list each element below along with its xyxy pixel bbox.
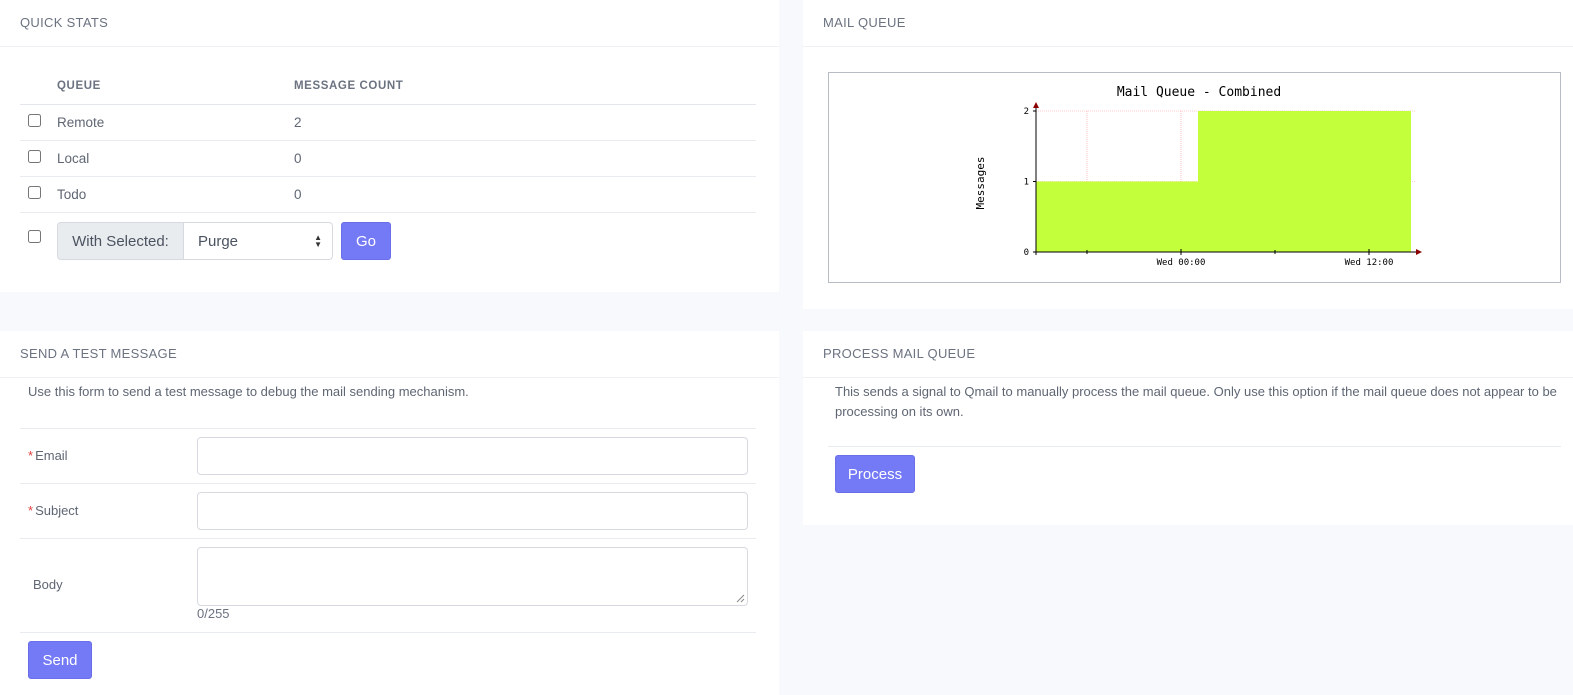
table-row: Todo 0	[20, 177, 756, 213]
mail-queue-title: MAIL QUEUE	[803, 0, 1573, 47]
select-arrows-icon: ▲ ▼	[314, 233, 322, 249]
bulk-action-group: With Selected: Purge ▲ ▼	[57, 222, 333, 260]
message-count: 0	[294, 187, 302, 202]
send-test-title: SEND A TEST MESSAGE	[0, 331, 779, 378]
send-test-panel: SEND A TEST MESSAGE Use this form to sen…	[0, 331, 779, 695]
row-checkbox-remote[interactable]	[28, 114, 41, 127]
body-row: Body	[20, 538, 756, 633]
queue-name: Local	[57, 151, 90, 166]
select-all-checkbox[interactable]	[28, 230, 41, 243]
y-axis-arrow-icon	[1033, 102, 1039, 108]
mail-queue-chart-svg: Mail Queue - Combined Messages 0 1 2 Wed 0…	[974, 85, 1422, 268]
mail-queue-chart: Mail Queue - Combined Messages 0 1 2 Wed 0…	[828, 72, 1561, 283]
message-count: 0	[294, 151, 302, 166]
subject-label: * Subject	[28, 503, 78, 518]
process-queue-title: PROCESS MAIL QUEUE	[803, 331, 1573, 378]
process-divider	[828, 446, 1561, 447]
body-textarea[interactable]	[197, 547, 748, 606]
y-tick-label: 2	[1024, 107, 1029, 117]
x-axis-arrow-icon	[1416, 249, 1422, 255]
table-row: Local 0	[20, 141, 756, 177]
y-tick-label: 0	[1024, 248, 1029, 258]
send-test-description: Use this form to send a test message to …	[28, 384, 469, 399]
mail-queue-panel: MAIL QUEUE Mail Queue - Combined Message…	[803, 0, 1573, 309]
subject-row: * Subject	[20, 483, 756, 538]
message-count: 2	[294, 115, 302, 130]
process-button[interactable]: Process	[835, 455, 915, 493]
quick-stats-panel: QUICK STATS QUEUE MESSAGE COUNT Remote 2…	[0, 0, 779, 292]
process-queue-description: This sends a signal to Qmail to manually…	[835, 384, 1557, 419]
body-char-counter: 0/255	[197, 606, 230, 621]
resize-handle-icon[interactable]	[735, 593, 745, 603]
subject-field[interactable]	[197, 492, 748, 530]
process-queue-panel: PROCESS MAIL QUEUE This sends a signal t…	[803, 331, 1573, 525]
chart-area-series	[1036, 111, 1411, 252]
queue-table: QUEUE MESSAGE COUNT Remote 2 Local 0 Tod…	[20, 70, 756, 268]
col-count-header: MESSAGE COUNT	[294, 80, 404, 92]
row-checkbox-local[interactable]	[28, 150, 41, 163]
form-divider	[20, 632, 756, 633]
x-tick-label: Wed 12:00	[1345, 258, 1394, 268]
queue-name: Remote	[57, 115, 105, 130]
x-tick-label: Wed 00:00	[1157, 258, 1206, 268]
quick-stats-title: QUICK STATS	[0, 0, 779, 47]
email-field[interactable]	[197, 437, 748, 475]
with-selected-label: With Selected:	[57, 222, 183, 260]
queue-table-header: QUEUE MESSAGE COUNT	[20, 70, 756, 105]
go-button[interactable]: Go	[341, 222, 391, 260]
y-tick-label: 1	[1024, 178, 1029, 188]
queue-name: Todo	[57, 187, 87, 202]
body-label: Body	[33, 577, 63, 592]
chart-title: Mail Queue - Combined	[1117, 85, 1281, 100]
required-mark: *	[28, 503, 34, 518]
bulk-action-value: Purge	[198, 232, 239, 250]
required-mark: *	[28, 448, 34, 463]
bulk-action-select[interactable]: Purge ▲ ▼	[183, 222, 333, 260]
email-row: * Email	[20, 428, 756, 483]
row-checkbox-todo[interactable]	[28, 186, 41, 199]
bulk-action-row: With Selected: Purge ▲ ▼ Go	[20, 213, 756, 268]
email-label: * Email	[28, 448, 68, 463]
send-button[interactable]: Send	[28, 641, 92, 679]
chart-y-ticks: 0 1 2	[1024, 107, 1036, 258]
subject-label-text: Subject	[35, 503, 79, 518]
table-row: Remote 2	[20, 105, 756, 141]
col-queue-header: QUEUE	[57, 80, 101, 92]
chart-y-label: Messages	[974, 157, 987, 210]
email-label-text: Email	[35, 448, 68, 463]
